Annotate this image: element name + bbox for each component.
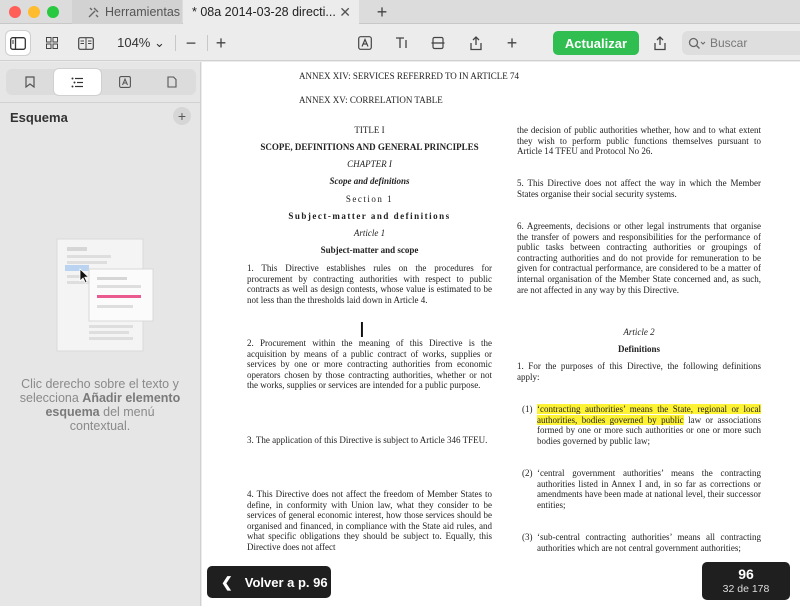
sidebar-toggle-button[interactable] <box>6 31 30 55</box>
article-heading: Article 1 <box>353 228 386 238</box>
tab-tools-label: Herramientas <box>105 5 181 19</box>
section-name: Subject-matter and definitions <box>288 211 451 221</box>
page-indicator[interactable]: 96 32 de 178 <box>702 562 790 600</box>
annotation-icon <box>118 76 131 88</box>
tab-document[interactable]: * 08a 2014-03-28 directi... ✕ <box>183 0 359 24</box>
minimize-window-button[interactable] <box>28 6 40 18</box>
export-icon <box>654 35 666 50</box>
book-icon <box>78 36 94 50</box>
strikethrough-icon <box>431 36 445 50</box>
paragraph: the decision of public authorities wheth… <box>517 125 761 157</box>
zoom-out-button[interactable]: − <box>182 31 200 55</box>
outline-title: Esquema <box>10 110 68 125</box>
sidebar: Esquema + Clic derecho sobre el texto y … <box>0 62 201 606</box>
article-heading: Article 2 <box>623 327 655 337</box>
text-cursor-icon: I <box>359 318 365 342</box>
text-box-icon <box>358 36 372 50</box>
paragraph: 3. The application of this Directive is … <box>247 435 488 445</box>
chevron-left-icon: ❮ <box>221 573 233 590</box>
article-name: Subject-matter and scope <box>320 245 419 255</box>
definition-number: (2) <box>522 468 533 478</box>
paragraph: 6. Agreements, decisions or other legal … <box>517 221 761 295</box>
tab-bookmarks[interactable] <box>6 69 54 95</box>
paragraph: 2. Procurement within the meaning of thi… <box>247 338 492 391</box>
zoom-select[interactable]: 104% ⌄ <box>113 31 169 55</box>
chapter-name: Scope and definitions <box>329 176 410 186</box>
paragraph: 1. This Directive establishes rules on t… <box>247 263 492 305</box>
divider <box>175 35 176 51</box>
back-to-page-button[interactable]: ❮ Volver a p. 96 <box>207 566 331 598</box>
back-label: Volver a p. 96 <box>244 574 328 590</box>
outline-list-icon <box>71 77 83 87</box>
export-button[interactable] <box>651 31 669 55</box>
add-outline-item-button[interactable]: + <box>173 107 191 125</box>
paragraph: 1. For the purposes of this Directive, t… <box>517 361 761 382</box>
update-button[interactable]: Actualizar <box>553 31 639 55</box>
page-count: 32 de 178 <box>722 583 770 595</box>
search-input[interactable] <box>710 36 790 50</box>
page-icon <box>167 76 177 88</box>
definition-number: (3) <box>522 532 533 542</box>
outline-hint: Clic derecho sobre el texto y selecciona… <box>14 377 186 433</box>
tab-outline[interactable] <box>53 69 101 95</box>
tools-icon <box>86 5 100 19</box>
document-page[interactable]: ANNEX XIV: SERVICES REFERRED TO IN ARTIC… <box>202 62 800 606</box>
tab-annotations[interactable] <box>101 69 149 95</box>
search-field[interactable] <box>682 31 800 55</box>
title-heading: TITLE I <box>354 125 385 135</box>
definition-item: ‘sub-central contracting authorities’ me… <box>537 532 761 553</box>
chapter-heading: CHAPTER I <box>347 159 392 169</box>
new-tab-button[interactable]: + <box>372 0 392 24</box>
annex-line: ANNEX XV: CORRELATION TABLE <box>299 95 443 105</box>
grid-icon <box>46 37 58 49</box>
tab-pages[interactable] <box>149 69 197 95</box>
tab-bar: Herramientas * 08a 2014-03-28 directi...… <box>0 0 800 24</box>
share-tool-button[interactable] <box>467 31 485 55</box>
close-window-button[interactable] <box>9 6 21 18</box>
definition-number: (1) <box>522 404 533 414</box>
text-box-tool-button[interactable] <box>356 31 374 55</box>
outline-illustration <box>56 238 154 352</box>
share-icon <box>470 35 482 50</box>
sidebar-tabs <box>6 69 196 95</box>
toolbar: 104% ⌄ − + + Actualizar <box>0 25 800 61</box>
zoom-window-button[interactable] <box>47 6 59 18</box>
text-cursor-tool-button[interactable] <box>393 31 411 55</box>
definition-item: ‘contracting authorities’ means the Stat… <box>537 404 761 446</box>
add-tool-button[interactable]: + <box>503 31 521 55</box>
tab-document-label: * 08a 2014-03-28 directi... <box>192 5 336 19</box>
title-name: SCOPE, DEFINITIONS AND GENERAL PRINCIPLE… <box>260 142 479 152</box>
current-page-number: 96 <box>738 566 754 582</box>
divider <box>207 35 208 51</box>
bookmark-icon <box>25 76 35 88</box>
zoom-in-button[interactable]: + <box>212 31 230 55</box>
annex-line: ANNEX XIV: SERVICES REFERRED TO IN ARTIC… <box>299 71 519 81</box>
article-name: Definitions <box>617 344 660 354</box>
sidebar-icon <box>10 36 26 50</box>
thumbnail-grid-button[interactable] <box>42 31 62 55</box>
section-heading: Section 1 <box>345 194 394 204</box>
tab-tools[interactable]: Herramientas <box>72 0 182 24</box>
strikethrough-tool-button[interactable] <box>429 31 447 55</box>
paragraph: 5. This Directive does not affect the wa… <box>517 178 761 199</box>
text-cursor-icon <box>396 37 407 48</box>
close-tab-icon[interactable]: ✕ <box>339 4 351 21</box>
definition-item: ‘central government authorities’ means t… <box>537 468 761 510</box>
outline-header: Esquema + <box>0 102 201 130</box>
paragraph: 4. This Directive does not affect the fr… <box>247 489 492 552</box>
page-view-button[interactable] <box>76 31 96 55</box>
search-icon <box>688 37 706 49</box>
